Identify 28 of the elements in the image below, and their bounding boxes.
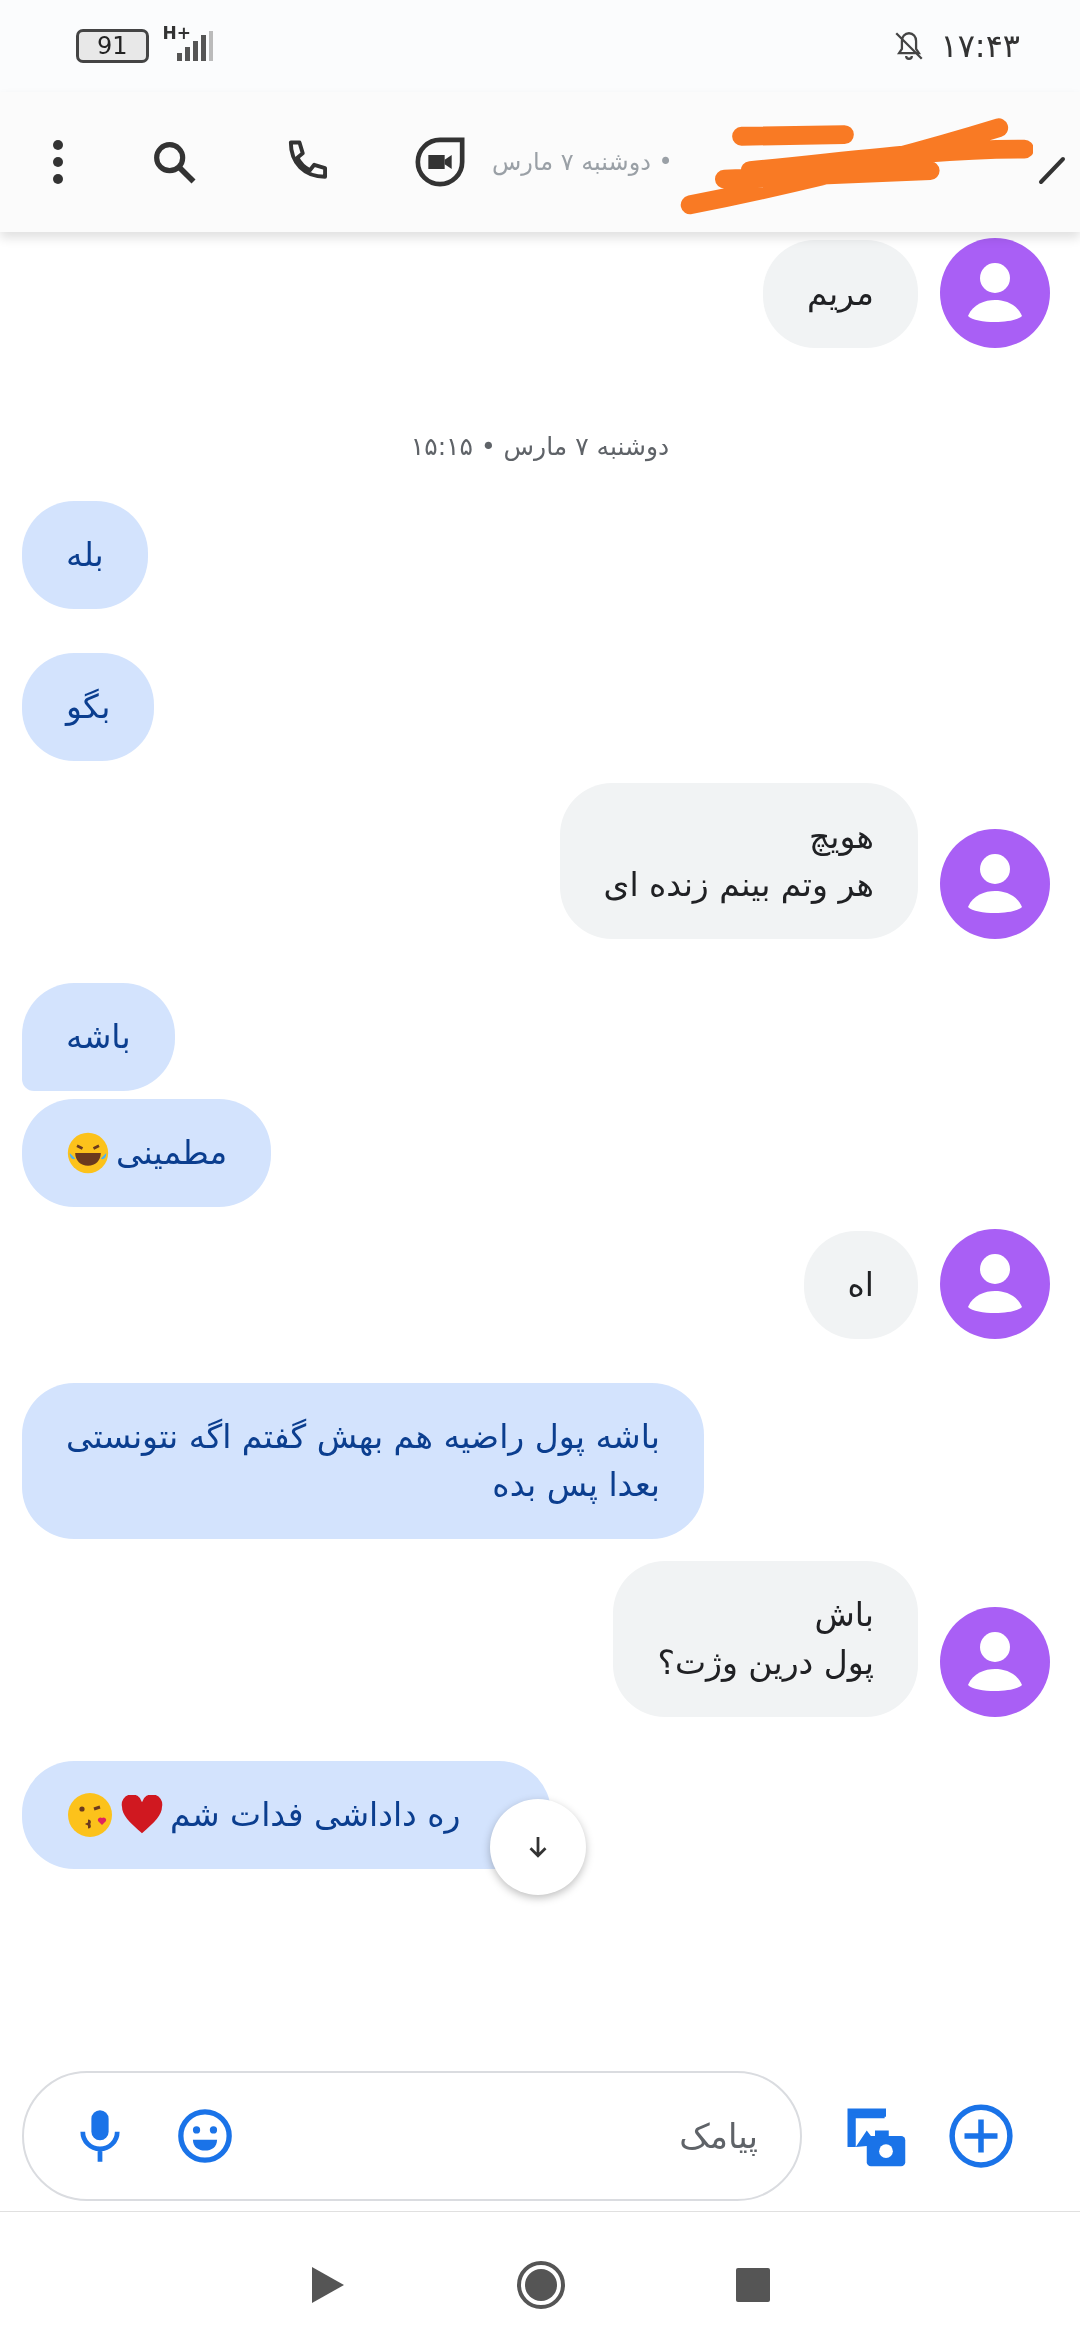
message-bubble: بله	[22, 501, 148, 609]
avatar-icon[interactable]	[940, 829, 1050, 939]
message-bubble: ره داداشی فدات شم	[22, 1761, 551, 1869]
network-type: H+	[162, 23, 192, 43]
back-triangle-icon[interactable]	[310, 2265, 346, 2305]
home-circle-icon[interactable]	[516, 2260, 566, 2310]
message-bubble: بگو	[22, 653, 155, 761]
message-bubble: مطمینی	[22, 1099, 272, 1207]
message-bubble: باش پول درین وژت؟	[613, 1561, 918, 1717]
avatar-icon[interactable]	[940, 1229, 1050, 1339]
heart-emoji-icon	[120, 1795, 164, 1835]
kissing-emoji-icon	[66, 1791, 114, 1839]
date-divider: دوشنبه ۷ مارس • ۱۵:۱۵	[409, 432, 671, 461]
emoji-icon[interactable]	[176, 2107, 234, 2165]
message-bubble: اه	[803, 1231, 918, 1339]
clock-time: ۱۷:۴۳	[940, 27, 1020, 65]
message-bubble: مریم	[762, 240, 918, 348]
message-field[interactable]: پیامک	[288, 2115, 760, 2157]
avatar-icon[interactable]	[940, 238, 1050, 348]
add-icon[interactable]	[948, 2103, 1014, 2169]
message-bubble: باشه	[22, 983, 175, 1091]
microphone-icon[interactable]	[78, 2108, 122, 2164]
laughing-emoji-icon	[66, 1131, 110, 1175]
battery-level: 91	[76, 29, 149, 63]
avatar-icon[interactable]	[940, 1607, 1050, 1717]
message-bubble: باشه پول راضیه هم بهش گفتم اگه نتونستی بعدا پس بده	[22, 1383, 704, 1539]
header-subtitle: دوشنبه ۷ مارس •	[492, 148, 673, 176]
message-bubble: هویچ هر وتم بینم زنده ای	[559, 783, 918, 939]
